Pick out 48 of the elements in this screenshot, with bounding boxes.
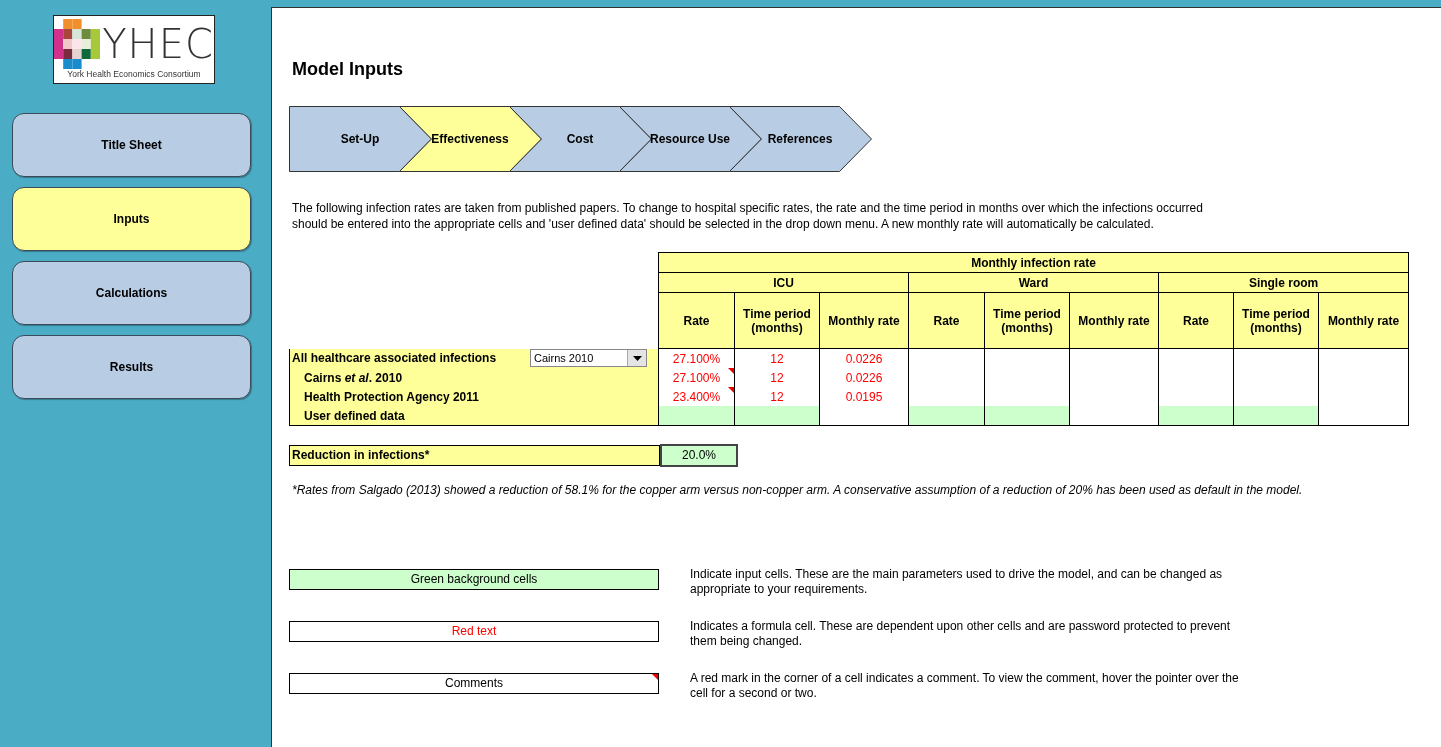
column-header: Rate bbox=[658, 292, 735, 349]
column-header: Monthly rate bbox=[1318, 292, 1409, 349]
footnote: *Rates from Salgado (2013) showed a reduction of 58.1% for the copper arm versus non-copper arm. A conservative assumption of a reduction of 20% has been used as default in the model. bbox=[292, 483, 1304, 497]
nav-button[interactable]: Results bbox=[12, 335, 251, 399]
legend-description: Indicates a formula cell. These are dependent upon other cells and are password protected to prevent them being changed. bbox=[690, 619, 1232, 649]
table-cell: 12 bbox=[734, 387, 820, 406]
table-cell: 27.100% bbox=[658, 368, 735, 387]
table-title: Monthly infection rate bbox=[658, 252, 1409, 273]
row-label: All healthcare associated infections bbox=[292, 351, 497, 366]
intro-text: The following infection rates are taken from published papers. To change to hospital specific rates, the rate and the time period in months over which the infections occurred should be entered into the appropriate cells and 'user defined data' should be selected in the drop down menu. A new monthly rate will automatically be calculated. bbox=[292, 200, 1204, 232]
table-cell: 0.0226 bbox=[819, 368, 909, 387]
column-header: Rate bbox=[908, 292, 985, 349]
legend-swatch: Green background cells bbox=[289, 569, 659, 590]
legend-description: A red mark in the corner of a cell indicates a comment. To view the comment, hover the pointer over the cell for a second or two. bbox=[690, 671, 1240, 701]
logo-subtitle: York Health Economics Consortium bbox=[67, 69, 201, 79]
input-cell[interactable] bbox=[908, 406, 985, 426]
nav-button[interactable]: Title Sheet bbox=[12, 113, 251, 177]
column-header: Time period (months) bbox=[734, 292, 820, 349]
column-header: Rate bbox=[1158, 292, 1234, 349]
table-cell: 0.0195 bbox=[819, 387, 909, 406]
input-cell[interactable] bbox=[1158, 406, 1234, 426]
nav-button[interactable]: Calculations bbox=[12, 261, 251, 325]
caret-icon bbox=[632, 355, 642, 361]
reduction-label: Reduction in infections* bbox=[289, 445, 660, 466]
page-title: Model Inputs bbox=[292, 59, 404, 80]
row-label: User defined data bbox=[304, 408, 405, 423]
logo-name: YHEC bbox=[102, 20, 214, 68]
column-header: Monthly rate bbox=[819, 292, 909, 349]
row-label: Health Protection Agency 2011 bbox=[304, 389, 479, 404]
input-cell[interactable] bbox=[658, 406, 735, 426]
input-cell[interactable] bbox=[734, 406, 820, 426]
input-cell[interactable] bbox=[1233, 406, 1319, 426]
column-header: Monthly rate bbox=[1069, 292, 1159, 349]
legend-swatch: Comments bbox=[289, 673, 659, 694]
row-label: Cairns et al. 2010 bbox=[304, 370, 403, 385]
column-header: Time period (months) bbox=[984, 292, 1070, 349]
nav-button[interactable]: Inputs bbox=[12, 187, 251, 251]
comment-marker bbox=[652, 674, 658, 680]
input-cell[interactable] bbox=[984, 406, 1070, 426]
reduction-field[interactable]: 20.0% bbox=[660, 444, 738, 467]
table-cell: 12 bbox=[734, 368, 820, 387]
dropdown[interactable]: Cairns 2010 bbox=[530, 349, 647, 368]
column-header: Time period (months) bbox=[1233, 292, 1319, 349]
legend-swatch: Red text bbox=[289, 621, 659, 642]
table-cell: 23.400% bbox=[658, 387, 735, 406]
group-header: ICU bbox=[658, 272, 909, 293]
legend-description: Indicate input cells. These are the main parameters used to drive the model, and can be changed as appropriate to your requirements. bbox=[690, 567, 1224, 597]
logo-icon bbox=[54, 19, 101, 69]
